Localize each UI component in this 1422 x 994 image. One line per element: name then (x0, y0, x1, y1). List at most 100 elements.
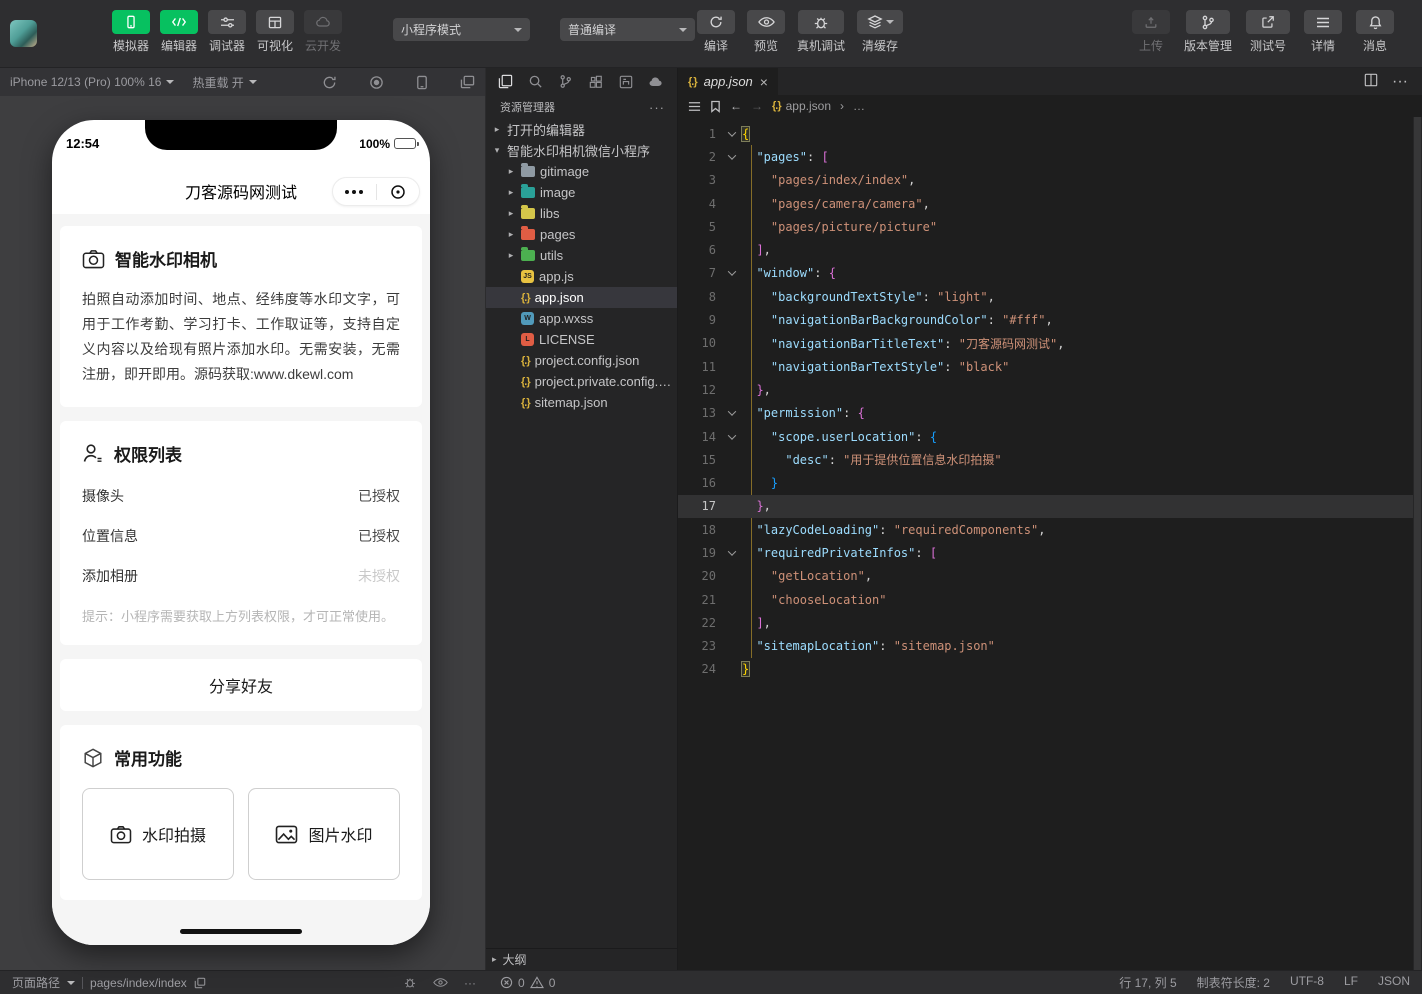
detach-window-icon[interactable] (460, 75, 475, 89)
tree-item-image[interactable]: ▸image (486, 182, 677, 203)
tree-item-project.config.json[interactable]: {.}project.config.json (486, 350, 677, 371)
permission-row[interactable]: 添加相册 未授权 (82, 566, 400, 586)
bookmark-icon[interactable] (710, 100, 721, 113)
status-more-icon[interactable]: ··· (464, 976, 476, 990)
code-line-17[interactable]: 17}, (678, 495, 1422, 518)
tree-item-libs[interactable]: ▸libs (486, 203, 677, 224)
preview-button[interactable]: 预览 (747, 10, 785, 54)
more-menu-button[interactable] (333, 190, 376, 194)
remote-debug-button[interactable]: 真机调试 (797, 10, 845, 54)
device-frame-icon[interactable] (416, 75, 428, 90)
visibility-eye-icon[interactable] (433, 977, 448, 988)
cloud-dev-button[interactable]: 云开发 (304, 10, 342, 54)
code-line-14[interactable]: 14"scope.userLocation": { (678, 425, 1422, 448)
code-line-10[interactable]: 10"navigationBarTitleText": "刀客源码网测试", (678, 332, 1422, 355)
code-line-24[interactable]: 24} (678, 658, 1422, 681)
code-line-21[interactable]: 21"chooseLocation" (678, 588, 1422, 611)
compile-mode-select[interactable]: 普通编译 (560, 18, 695, 41)
tree-item-project.private.config.js...[interactable]: {.}project.private.config.js... (486, 371, 677, 392)
user-avatar[interactable] (10, 20, 37, 47)
tree-item--[interactable]: ▾智能水印相机微信小程序 (486, 140, 677, 161)
editor-more-icon[interactable]: ··· (1392, 73, 1408, 91)
code-line-3[interactable]: 3"pages/index/index", (678, 169, 1422, 192)
search-icon[interactable] (522, 71, 549, 93)
forward-arrow-icon[interactable]: → (751, 99, 763, 113)
explorer-more-button[interactable]: ··· (649, 100, 665, 115)
errors-icon[interactable] (500, 976, 513, 989)
tree-item-sitemap.json[interactable]: {.}sitemap.json (486, 392, 677, 413)
code-line-1[interactable]: 1{ (678, 122, 1422, 145)
tree-item-utils[interactable]: ▸utils (486, 245, 677, 266)
extensions-icon[interactable] (582, 71, 609, 93)
tree-item-license[interactable]: LLICENSE (486, 329, 677, 350)
code-line-13[interactable]: 13"permission": { (678, 402, 1422, 425)
tree-item--[interactable]: ▸打开的编辑器 (486, 119, 677, 140)
fold-chevron-icon[interactable] (722, 270, 742, 276)
fold-chevron-icon[interactable] (722, 154, 742, 160)
page-path-select[interactable]: 页面路径 (12, 974, 60, 991)
rotate-icon[interactable] (322, 75, 337, 90)
code-line-5[interactable]: 5"pages/picture/picture" (678, 215, 1422, 238)
outline-section[interactable]: ▸ 大纲 (486, 948, 677, 970)
code-editor[interactable]: 1{2"pages": [3"pages/index/index",4"page… (678, 117, 1422, 970)
back-arrow-icon[interactable]: ← (730, 99, 742, 113)
eol-indicator[interactable]: LF (1344, 974, 1358, 991)
vconsole-bug-icon[interactable] (403, 976, 417, 989)
debugger-toggle-button[interactable]: 调试器 (208, 10, 246, 54)
fold-chevron-icon[interactable] (722, 131, 742, 137)
visual-toggle-button[interactable]: 可视化 (256, 10, 294, 54)
breadcrumb-more[interactable]: … (853, 99, 865, 113)
appmode-select[interactable]: 小程序模式 (393, 18, 530, 41)
details-button[interactable]: 详情 (1304, 10, 1342, 54)
clear-cache-button[interactable]: 清缓存 (857, 10, 903, 54)
test-account-button[interactable]: 测试号 (1246, 10, 1290, 54)
warnings-icon[interactable] (530, 976, 544, 989)
fold-chevron-icon[interactable] (722, 550, 742, 556)
plugin-icon[interactable] (612, 71, 639, 93)
editor-toggle-button[interactable]: 编辑器 (160, 10, 198, 54)
code-line-7[interactable]: 7"window": { (678, 262, 1422, 285)
language-indicator[interactable]: JSON (1378, 974, 1410, 991)
picture-watermark-button[interactable]: 图片水印 (248, 788, 400, 880)
watermark-shoot-button[interactable]: 水印拍摄 (82, 788, 234, 880)
source-control-icon[interactable] (552, 71, 579, 93)
code-line-9[interactable]: 9"navigationBarBackgroundColor": "#fff", (678, 308, 1422, 331)
upload-button[interactable]: 上传 (1132, 10, 1170, 54)
cloud-tools-icon[interactable] (642, 71, 669, 93)
tree-item-gitimage[interactable]: ▸gitimage (486, 161, 677, 182)
tree-item-app.js[interactable]: JSapp.js (486, 266, 677, 287)
tree-item-app.json[interactable]: {.}app.json (486, 287, 677, 308)
hot-reload-toggle[interactable]: 热重载 开 (192, 74, 256, 91)
code-line-11[interactable]: 11"navigationBarTextStyle": "black" (678, 355, 1422, 378)
code-line-20[interactable]: 20"getLocation", (678, 565, 1422, 588)
tab-app-json[interactable]: {.} app.json × (678, 68, 778, 95)
editor-scrollbar[interactable] (1413, 117, 1422, 970)
code-line-22[interactable]: 22], (678, 611, 1422, 634)
cursor-position[interactable]: 行 17, 列 5 (1119, 974, 1176, 991)
code-line-8[interactable]: 8"backgroundTextStyle": "light", (678, 285, 1422, 308)
code-line-6[interactable]: 6], (678, 238, 1422, 261)
code-line-12[interactable]: 12}, (678, 378, 1422, 401)
permission-row[interactable]: 摄像头 已授权 (82, 486, 400, 506)
current-page-path[interactable]: pages/index/index (90, 976, 187, 990)
copy-icon[interactable] (194, 977, 206, 989)
messages-button[interactable]: 消息 (1356, 10, 1394, 54)
compile-button[interactable]: 编译 (697, 10, 735, 54)
permission-row[interactable]: 位置信息 已授权 (82, 526, 400, 546)
outline-list-icon[interactable] (688, 101, 701, 112)
fold-chevron-icon[interactable] (722, 410, 742, 416)
close-minimize-button[interactable] (377, 184, 420, 200)
share-button[interactable]: 分享好友 (60, 659, 422, 711)
close-icon[interactable]: × (760, 74, 768, 90)
code-line-2[interactable]: 2"pages": [ (678, 145, 1422, 168)
code-line-16[interactable]: 16} (678, 471, 1422, 494)
simulator-toggle-button[interactable]: 模拟器 (112, 10, 150, 54)
code-line-4[interactable]: 4"pages/camera/camera", (678, 192, 1422, 215)
tree-item-pages[interactable]: ▸pages (486, 224, 677, 245)
tab-size-indicator[interactable]: 制表符长度: 2 (1197, 974, 1270, 991)
split-editor-icon[interactable] (1364, 73, 1378, 91)
record-icon[interactable] (369, 75, 384, 90)
tree-item-app.wxss[interactable]: Wapp.wxss (486, 308, 677, 329)
code-line-23[interactable]: 23"sitemapLocation": "sitemap.json" (678, 635, 1422, 658)
code-line-19[interactable]: 19"requiredPrivateInfos": [ (678, 541, 1422, 564)
